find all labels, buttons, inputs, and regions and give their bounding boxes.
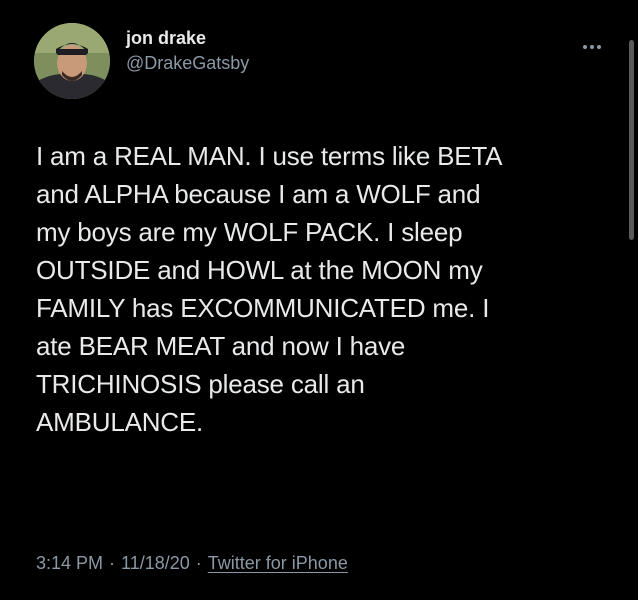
more-options-button[interactable]	[578, 38, 606, 56]
tweet-meta: 3:14 PM · 11/18/20 · Twitter for iPhone	[36, 553, 348, 574]
tweet-text: I am a REAL MAN. I use terms like BETA a…	[36, 141, 503, 437]
meta-separator: ·	[195, 553, 202, 573]
scrollbar[interactable]	[629, 40, 634, 240]
avatar[interactable]	[34, 23, 110, 99]
author-handle[interactable]: @DrakeGatsby	[126, 51, 249, 75]
author-names: jon drake @DrakeGatsby	[126, 27, 249, 75]
avatar-image	[34, 23, 110, 99]
author-display-name[interactable]: jon drake	[126, 27, 249, 49]
more-options-icon	[583, 45, 601, 49]
tweet-time[interactable]: 3:14 PM	[36, 553, 103, 574]
tweet-card: jon drake @DrakeGatsby I am a REAL MAN. …	[0, 0, 638, 600]
tweet-date[interactable]: 11/18/20	[121, 553, 190, 574]
tweet-header: jon drake @DrakeGatsby	[34, 22, 249, 100]
tweet-source-link[interactable]: Twitter for iPhone	[208, 553, 348, 574]
meta-separator: ·	[109, 553, 116, 573]
